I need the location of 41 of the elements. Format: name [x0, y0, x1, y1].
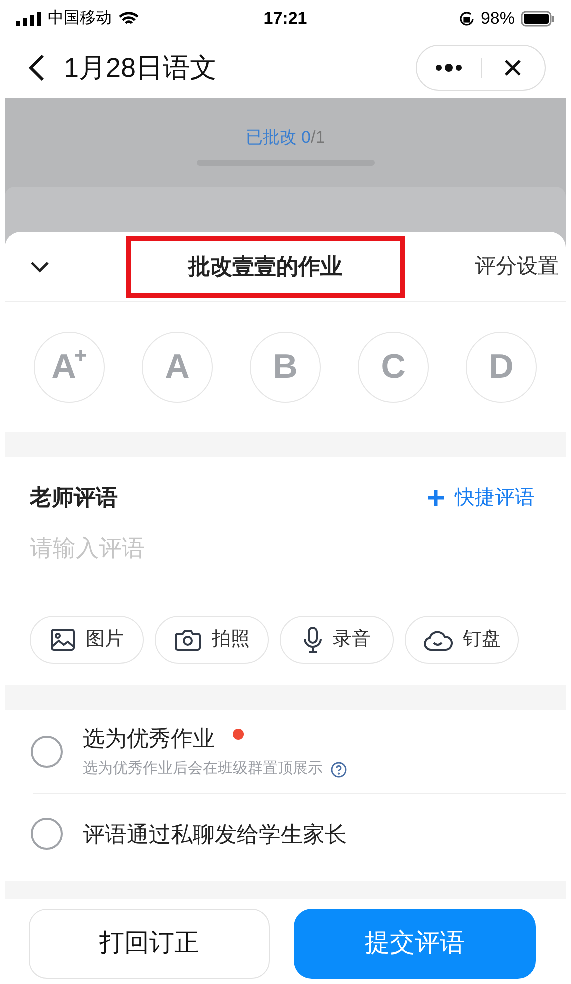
return-for-correction-button[interactable]: 打回订正	[29, 909, 270, 979]
radio-button[interactable]	[31, 818, 63, 850]
attachment-button[interactable]: 钉盘	[405, 616, 519, 664]
page-title: 1月28日语文	[64, 52, 218, 85]
back-icon	[28, 54, 46, 82]
back-button[interactable]	[28, 54, 46, 82]
comment-label: 老师评语	[30, 484, 118, 512]
quick-comment-link[interactable]: 快捷评语	[427, 482, 535, 512]
image-icon	[50, 628, 76, 652]
chevron-down-icon	[30, 260, 50, 272]
radio-button[interactable]	[31, 736, 63, 768]
clock-time: 17:21	[264, 9, 308, 28]
attachment-button[interactable]: 录音	[280, 616, 394, 664]
help-icon[interactable]	[331, 762, 347, 778]
progress-text: 已批改 0/1	[246, 126, 326, 148]
grade-option[interactable]: B	[250, 332, 321, 402]
camera-icon	[174, 628, 202, 652]
option-hint: 选为优秀作业后会在班级群置顶展示	[83, 759, 323, 780]
sheet-title: 批改壹壹的作业	[188, 253, 342, 281]
battery-percent: 98%	[480, 8, 515, 30]
grade-option[interactable]: C	[358, 332, 429, 402]
grade-option[interactable]: A$^{+}$	[34, 332, 105, 402]
microphone-icon	[303, 626, 323, 654]
collapse-button[interactable]	[30, 260, 50, 272]
more-icon	[434, 64, 463, 72]
wifi-icon	[118, 11, 140, 27]
grade-option[interactable]: A	[142, 332, 213, 402]
carrier-name: 中国移动	[48, 8, 112, 29]
close-icon	[504, 59, 522, 77]
attachment-button[interactable]: 图片	[30, 616, 144, 664]
rotation-lock-icon	[458, 11, 475, 27]
comment-input[interactable]: 请输入评语	[30, 528, 541, 568]
battery-icon	[521, 11, 555, 27]
attachment-button[interactable]: 拍照	[155, 616, 269, 664]
plus-icon	[427, 488, 445, 506]
option-label: 选为优秀作业	[83, 725, 215, 754]
option-label: 评语通过私聊发给学生家长	[83, 820, 347, 848]
grade-option[interactable]: D	[466, 332, 537, 402]
signal-icon	[16, 12, 42, 26]
grading-settings-link[interactable]: 评分设置	[475, 250, 559, 282]
submit-comment-button[interactable]: 提交评语	[294, 909, 536, 979]
